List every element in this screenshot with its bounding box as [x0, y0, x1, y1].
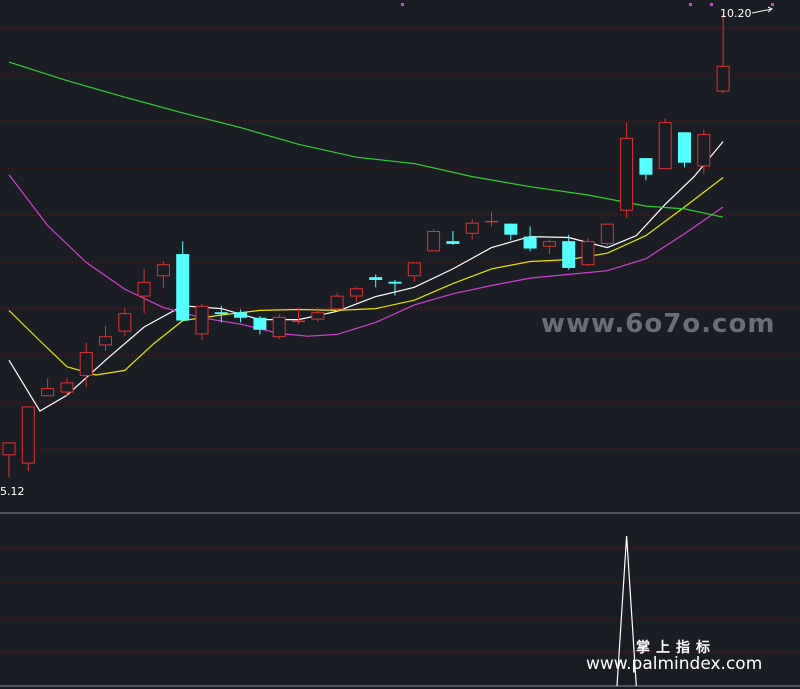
- candle-body: [716, 65, 730, 92]
- candle-body: [156, 264, 170, 277]
- candle-body: [542, 241, 556, 247]
- candle-body: [118, 313, 132, 332]
- candle-body: [21, 406, 35, 464]
- candle-body: [234, 312, 248, 318]
- stock-chart: 5.12 10.20 www.6o7o.com 掌上指标 www.palmind…: [0, 3, 800, 687]
- candle-body: [446, 241, 460, 244]
- candle: [678, 132, 691, 168]
- candle: [697, 129, 711, 174]
- candle-body: [311, 312, 325, 320]
- candle: [349, 287, 363, 303]
- price-high-label: 10.20: [720, 7, 752, 20]
- candle: [41, 378, 55, 397]
- candle-body: [581, 241, 595, 266]
- ma-line-1: [8, 141, 724, 412]
- candle-body: [292, 320, 305, 323]
- candle: [176, 241, 190, 321]
- candle: [446, 231, 460, 245]
- candle-body: [214, 312, 228, 315]
- candle: [581, 238, 595, 267]
- candle: [60, 377, 74, 397]
- candle-body: [253, 317, 267, 330]
- candle: [195, 303, 209, 340]
- candle: [2, 442, 16, 478]
- candle-body: [388, 281, 402, 284]
- candle: [716, 14, 730, 94]
- candle: [639, 158, 653, 181]
- candle: [465, 219, 479, 240]
- candle-body: [79, 351, 93, 376]
- candle: [330, 292, 344, 312]
- moving-average-lines: [8, 61, 724, 412]
- candle-body: [349, 288, 363, 297]
- candle-body: [330, 295, 344, 310]
- top-marker: [689, 3, 692, 6]
- candle-body: [465, 222, 479, 234]
- price-low-label: 5.12: [0, 485, 25, 498]
- candle-body: [195, 305, 209, 335]
- candle-body: [407, 262, 421, 277]
- candle-body: [639, 158, 653, 175]
- candle: [21, 406, 35, 472]
- top-marker: [710, 3, 713, 6]
- ma-line-4: [8, 61, 724, 218]
- candle-body: [523, 236, 537, 249]
- top-marker: [771, 3, 774, 6]
- candle-body: [60, 382, 74, 393]
- candle: [485, 211, 498, 227]
- candle: [234, 309, 248, 323]
- candle-body: [2, 442, 16, 456]
- candle: [79, 342, 93, 388]
- candle-body: [697, 134, 711, 167]
- candle: [118, 307, 132, 337]
- candle-body: [369, 277, 383, 280]
- candle: [156, 261, 170, 289]
- candle: [600, 223, 614, 246]
- candle: [542, 239, 556, 255]
- candle: [253, 315, 267, 335]
- candle: [369, 274, 383, 288]
- candle-body: [137, 281, 151, 297]
- candle-body: [485, 220, 498, 223]
- candle: [427, 229, 441, 252]
- candle: [523, 226, 537, 252]
- candle-body: [678, 132, 691, 163]
- watermark-6070: www.6o7o.com: [541, 309, 775, 339]
- watermark-palmindex: www.palmindex.com: [586, 654, 762, 674]
- candle-body: [41, 387, 55, 397]
- candle: [562, 234, 576, 270]
- candle: [137, 268, 151, 314]
- candle-body: [504, 223, 518, 235]
- candle: [99, 326, 112, 352]
- candle-body: [272, 316, 286, 338]
- candle-body: [427, 231, 441, 252]
- candle: [272, 314, 286, 340]
- candle-body: [562, 241, 576, 268]
- candle: [658, 118, 672, 170]
- high-arrow-icon: [751, 6, 773, 14]
- candle-body: [600, 223, 614, 244]
- candle-body: [99, 336, 112, 346]
- ma-line-2: [8, 177, 724, 376]
- candle-body: [620, 137, 634, 211]
- candle: [504, 223, 518, 241]
- candle-body: [176, 254, 190, 321]
- top-marker: [401, 3, 404, 6]
- candle: [407, 262, 421, 282]
- price-grid: [0, 3, 800, 687]
- candle: [620, 122, 634, 219]
- candlesticks: [2, 14, 730, 478]
- candle-body: [658, 122, 672, 170]
